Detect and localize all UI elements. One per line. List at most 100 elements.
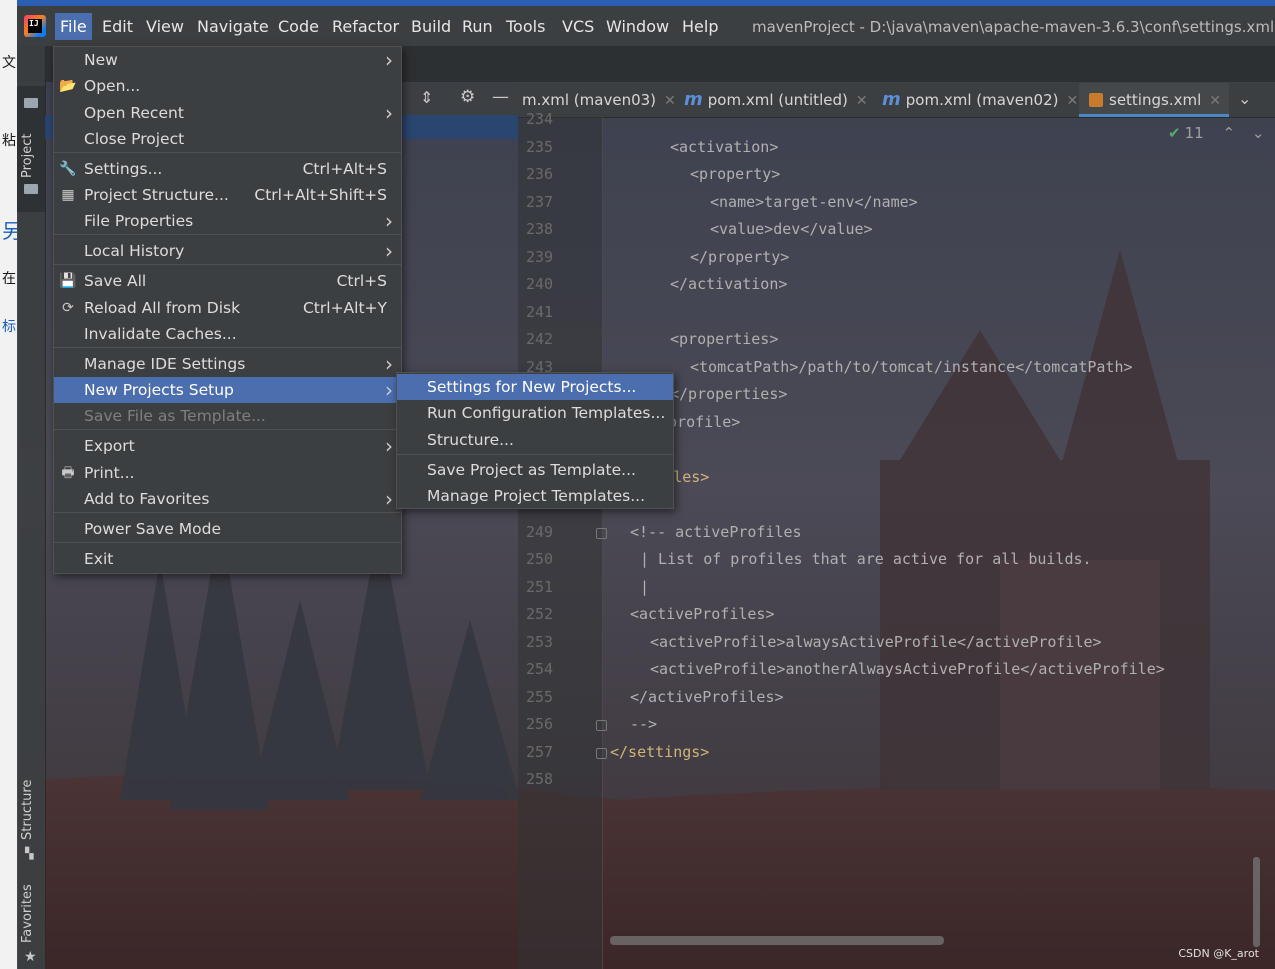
tab-pom-maven02[interactable]: m pom.xml (maven02) ✕ xyxy=(882,83,1078,117)
file-menu-item-power-save-mode[interactable]: Power Save Mode xyxy=(54,516,401,542)
menu-build[interactable]: Build xyxy=(411,17,451,36)
window-title: mavenProject - D:\java\maven\apache-mave… xyxy=(752,18,1275,36)
tab-settings-xml[interactable]: settings.xml ✕ xyxy=(1079,83,1229,117)
code-line: <activeProfile>anotherAlwaysActiveProfil… xyxy=(650,660,1165,678)
close-icon[interactable]: ✕ xyxy=(856,93,868,109)
code-line: <property> xyxy=(690,165,781,183)
menu-shortcut: Ctrl+Alt+Shift+S xyxy=(254,186,387,204)
fold-marker-icon[interactable] xyxy=(596,748,607,759)
file-menu-item-invalidate-caches[interactable]: Invalidate Caches... xyxy=(54,321,401,347)
menu-item-label: Settings for New Projects... xyxy=(427,378,637,396)
line-number: 235 xyxy=(526,137,554,156)
tool-window-stripe: Project Structure ▚ Favorites ★ xyxy=(17,46,46,969)
os-glyph: 在 xyxy=(2,271,16,287)
fold-marker-icon[interactable] xyxy=(596,720,607,731)
folder-icon xyxy=(24,184,38,194)
structure-tool-window-button[interactable]: Structure ▚ xyxy=(17,776,45,866)
title-bar: IJ File Edit View Navigate Code Refactor… xyxy=(17,0,1275,46)
line-number: 238 xyxy=(526,220,554,238)
menu-separator xyxy=(54,234,401,235)
menu-tools[interactable]: Tools xyxy=(506,17,545,36)
file-menu-item-settings[interactable]: 🔧 Settings... Ctrl+Alt+S xyxy=(54,156,401,182)
menu-vcs[interactable]: VCS xyxy=(562,17,594,36)
code-line: | xyxy=(640,577,650,596)
structure-icon: ▚ xyxy=(25,847,34,860)
menu-separator xyxy=(54,347,401,348)
maven-icon: m xyxy=(684,89,703,110)
os-glyph: 标 xyxy=(2,319,16,335)
menu-refactor[interactable]: Refactor xyxy=(332,17,399,36)
favorites-tool-window-button[interactable]: Favorites ★ xyxy=(17,881,45,969)
menu-item-label: Project Structure... xyxy=(84,186,229,204)
menu-code[interactable]: Code xyxy=(278,17,319,36)
collapse-all-icon[interactable]: ⇕ xyxy=(420,88,433,107)
close-icon[interactable]: ✕ xyxy=(1209,93,1221,109)
chevron-up-icon[interactable]: ⌃ xyxy=(1222,124,1235,142)
file-menu-item-add-to-favorites[interactable]: Add to Favorites › xyxy=(54,486,401,512)
file-menu-item-open[interactable]: 📂 Open... xyxy=(54,73,401,99)
file-menu-item-new[interactable]: New › xyxy=(54,47,401,73)
minimize-icon[interactable]: — xyxy=(492,87,509,107)
project-tool-window-button[interactable]: Project xyxy=(17,86,45,212)
line-number: 240 xyxy=(526,275,554,293)
close-icon[interactable]: ✕ xyxy=(1066,93,1078,109)
file-menu-item-exit[interactable]: Exit xyxy=(54,546,401,572)
project-tool-label: Project xyxy=(20,133,35,178)
menu-view[interactable]: View xyxy=(146,17,184,36)
file-menu-item-save-all[interactable]: 💾 Save All Ctrl+S xyxy=(54,268,401,294)
file-menu-item-close-project[interactable]: Close Project xyxy=(54,126,401,152)
submenu-item-save-project-as-template[interactable]: Save Project as Template... xyxy=(397,457,673,483)
code-line: | List of profiles that are active for a… xyxy=(640,550,1092,568)
chevron-right-icon: › xyxy=(385,48,393,72)
line-number: 252 xyxy=(526,605,554,623)
menu-item-label: Settings... xyxy=(84,160,163,178)
menu-run[interactable]: Run xyxy=(462,17,493,36)
vertical-scrollbar[interactable] xyxy=(1253,857,1260,947)
code-line: </activation> xyxy=(670,275,788,293)
gear-icon[interactable]: ⚙ xyxy=(460,87,475,107)
file-menu-item-reload-all-from-disk[interactable]: ⟳ Reload All from Disk Ctrl+Alt+Y xyxy=(54,295,401,321)
menu-edit[interactable]: Edit xyxy=(102,17,133,36)
file-menu-item-new-projects-setup[interactable]: New Projects Setup › xyxy=(54,377,401,403)
chevron-down-icon[interactable]: ⌄ xyxy=(1238,89,1251,108)
menu-item-label: Save File as Template... xyxy=(84,407,266,425)
close-icon[interactable]: ✕ xyxy=(664,93,676,109)
line-number: 249 xyxy=(526,522,554,541)
menu-item-label: Invalidate Caches... xyxy=(84,325,237,343)
file-menu-item-manage-ide-settings[interactable]: Manage IDE Settings › xyxy=(54,351,401,377)
horizontal-scrollbar[interactable] xyxy=(610,936,944,945)
folder-icon: 📂 xyxy=(59,78,77,94)
menu-window[interactable]: Window xyxy=(606,17,669,36)
menu-help[interactable]: Help xyxy=(682,17,718,36)
file-menu-item-print[interactable]: 🖶 Print... xyxy=(54,460,401,486)
line-number: 251 xyxy=(526,577,554,596)
submenu-item-run-configuration-templates[interactable]: Run Configuration Templates... xyxy=(397,400,673,426)
chevron-down-icon[interactable]: ⌄ xyxy=(1252,124,1265,142)
tab-pom-untitled[interactable]: m pom.xml (untitled) ✕ xyxy=(684,83,868,117)
code-line: </property> xyxy=(690,247,790,266)
submenu-item-manage-project-templates[interactable]: Manage Project Templates... xyxy=(397,483,673,509)
fold-marker-icon[interactable] xyxy=(596,528,607,539)
file-menu-item-open-recent[interactable]: Open Recent › xyxy=(54,100,401,126)
submenu-item-structure[interactable]: Structure... xyxy=(397,427,673,453)
file-menu-item-local-history[interactable]: Local History › xyxy=(54,238,401,264)
file-menu-item-project-structure[interactable]: ▦ Project Structure... Ctrl+Alt+Shift+S xyxy=(54,182,401,208)
menu-separator xyxy=(54,264,401,265)
chevron-right-icon: › xyxy=(385,239,393,263)
line-number: 236 xyxy=(526,165,554,183)
menu-item-label: Open Recent xyxy=(84,104,184,122)
menu-item-label: Add to Favorites xyxy=(84,490,210,508)
favorites-tool-label: Favorites xyxy=(20,884,35,943)
menu-file[interactable]: File xyxy=(55,13,92,40)
code-line: </activeProfiles> xyxy=(630,687,784,706)
menu-item-label: Save Project as Template... xyxy=(427,461,636,479)
project-structure-icon: ▦ xyxy=(61,187,75,203)
line-number: 237 xyxy=(526,192,554,211)
menu-navigate[interactable]: Navigate xyxy=(197,17,269,36)
file-menu-item-file-properties[interactable]: File Properties › xyxy=(54,208,401,234)
line-number: 257 xyxy=(526,742,554,761)
line-number: 239 xyxy=(526,247,554,266)
file-menu-item-export[interactable]: Export › xyxy=(54,433,401,459)
inspection-widget[interactable]: ✔ 11 ⌃ ⌄ xyxy=(1168,124,1264,142)
submenu-item-settings-for-new-projects[interactable]: Settings for New Projects... xyxy=(397,374,673,400)
